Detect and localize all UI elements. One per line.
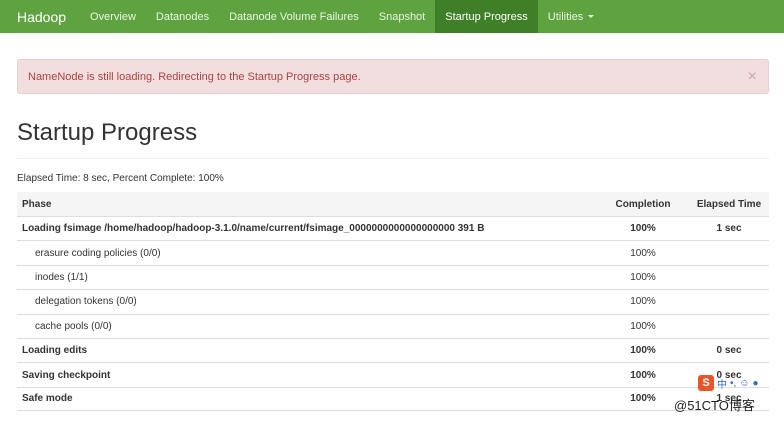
elapsed-cell — [689, 290, 769, 313]
table-row: Loading edits 100% 0 sec — [17, 337, 769, 362]
elapsed-cell: 1 sec — [716, 393, 742, 405]
nav-utilities-label: Utilities — [547, 10, 584, 23]
elapsed-cell: 1 sec — [716, 223, 742, 235]
completion-cell: 100% — [630, 296, 656, 308]
table-row: delegation tokens (0/0) 100% — [17, 289, 769, 313]
table-row: Saving checkpoint 100% 0 sec — [17, 362, 769, 386]
alert-message: NameNode is still loading. Redirecting t… — [28, 70, 361, 83]
nav-datanodes[interactable]: Datanodes — [146, 0, 219, 33]
table-row: Loading fsimage /home/hadoop/hadoop-3.1.… — [17, 216, 769, 240]
title-divider — [17, 158, 769, 159]
elapsed-cell — [689, 241, 769, 264]
completion-cell: 100% — [630, 271, 656, 283]
header-completion: Completion — [615, 198, 671, 210]
startup-progress-table: Phase Completion Elapsed Time Loading fs… — [17, 192, 769, 412]
nav-overview[interactable]: Overview — [80, 0, 146, 33]
step-cell: delegation tokens (0/0) — [35, 296, 137, 308]
phase-cell: Loading edits — [22, 345, 87, 357]
nav-snapshot[interactable]: Snapshot — [369, 0, 435, 33]
close-icon[interactable]: × — [748, 69, 757, 85]
step-cell: erasure coding policies (0/0) — [35, 247, 161, 259]
phase-cell: Loading fsimage /home/hadoop/hadoop-3.1.… — [22, 223, 485, 235]
phase-cell: Saving checkpoint — [22, 369, 111, 381]
caret-down-icon — [588, 15, 595, 18]
elapsed-cell — [689, 266, 769, 289]
table-row: inodes (1/1) 100% — [17, 264, 769, 289]
elapsed-cell — [689, 315, 769, 338]
completion-cell: 100% — [630, 223, 656, 235]
loading-alert: NameNode is still loading. Redirecting t… — [17, 59, 769, 94]
page-title: Startup Progress — [17, 119, 198, 146]
brand-link[interactable]: Hadoop — [0, 0, 76, 33]
elapsed-cell: 0 sec — [716, 345, 742, 357]
table-row: cache pools (0/0) 100% — [17, 313, 769, 338]
elapsed-cell: 0 sec — [716, 369, 742, 381]
step-cell: inodes (1/1) — [35, 271, 88, 283]
table-row: Safe mode 100% 1 sec — [17, 386, 769, 412]
completion-cell: 100% — [630, 369, 656, 381]
completion-cell: 100% — [630, 393, 656, 405]
step-cell: cache pools (0/0) — [35, 320, 112, 332]
table-row: erasure coding policies (0/0) 100% — [17, 240, 769, 264]
elapsed-summary: Elapsed Time: 8 sec, Percent Complete: 1… — [17, 173, 224, 184]
table-header-row: Phase Completion Elapsed Time — [17, 192, 769, 216]
nav-utilities-dropdown[interactable]: Utilities — [538, 0, 604, 33]
header-phase: Phase — [22, 198, 52, 210]
nav-startup-progress[interactable]: Startup Progress — [435, 0, 538, 33]
header-elapsed-time: Elapsed Time — [696, 198, 762, 210]
completion-cell: 100% — [630, 247, 656, 259]
phase-cell: Safe mode — [22, 393, 73, 405]
completion-cell: 100% — [630, 320, 656, 332]
top-navbar: Hadoop Overview Datanodes Datanode Volum… — [0, 0, 784, 33]
completion-cell: 100% — [630, 345, 656, 357]
nav-datanode-volume-failures[interactable]: Datanode Volume Failures — [219, 0, 369, 33]
